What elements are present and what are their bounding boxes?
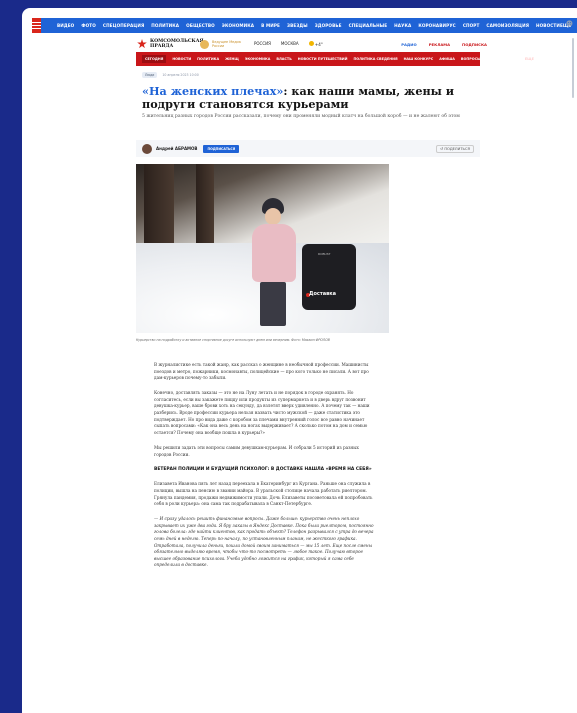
brand-right-links: РАДИО РЕКЛАМА ПОДПИСКА [401,42,487,47]
section-nav-item[interactable]: ПОЛИТИКА СВЕДЕНИЯ [353,57,397,61]
photo-delivery-bag: ROBUST Доставка [302,244,356,310]
section-nav-item[interactable]: ПОЛИТИКА [197,57,219,61]
logo-star-icon[interactable] [137,39,147,49]
logo-line2: ПРАВДА [150,44,174,49]
nav-item[interactable]: КОРОНАВИРУС [418,23,456,28]
article-paragraph: Конечно, доставлять заказы — это не на Л… [154,390,370,435]
ads-link[interactable]: РЕКЛАМА [429,42,450,47]
author-bar: Андрей АБРАМОВ ПОДПИСАТЬСЯ ↺ ПОДЕЛИТЬСЯ [136,140,480,157]
section-nav-item[interactable]: НАШ КОНКУРС [404,57,434,61]
article-paragraph: Мы решили задать эти вопросы самим девуш… [154,444,359,457]
scrollbar[interactable] [572,38,574,98]
section-heading: ВЕТЕРАН ПОЛИЦИИ И БУДУЩИЙ ПСИХОЛОГ: В ДО… [154,466,372,472]
nav-item[interactable]: ОБЩЕСТВО [186,23,215,28]
photo-courier [244,198,304,328]
section-nav-item[interactable]: НОВОСТИ [172,57,191,61]
article-title: «На женских плечах»: как наши мамы, жены… [142,85,482,110]
temperature: +4° [314,42,323,47]
section-nav-item[interactable]: СЕГОДНЯ [142,55,167,63]
browser-page: ВИДЕО ФОТО СПЕЦОПЕРАЦИЯ ПОЛИТИКА ОБЩЕСТВО ЭКО… [22,8,577,713]
nav-item[interactable]: СПОРТ [463,23,480,28]
section-nav-item[interactable]: ВОПРОСЫ [461,57,481,61]
section-nav-item[interactable]: АФИША [439,57,455,61]
rubric-tag[interactable]: Люди [142,72,158,78]
section-nav-item[interactable]: ЖЕНЩ [225,57,239,61]
photo-caption: Курьерство на подработку и активное спор… [136,338,330,342]
bag-brand: Доставка [309,291,337,297]
nav-item[interactable]: ЗДОРОВЬЕ [315,23,342,28]
article-paragraph: Елизавета Иванова пять лет назад перееха… [154,481,373,507]
nav-item[interactable]: САМОИЗОЛЯЦИЯ [486,23,529,28]
article-header: Люди 10 апреля 2023 10:00 «На женских пл… [142,72,482,121]
article-meta: Люди 10 апреля 2023 10:00 [142,72,482,78]
region-label[interactable]: РОССИЯ [254,41,271,47]
article-body: В журналистике есть такой жанр, как расс… [154,362,376,578]
section-navigation: СЕГОДНЯ НОВОСТИ ПОЛИТИКА ЖЕНЩ ЭКОНОМИКА ВЛАСТ… [136,52,534,66]
top-nav-items: ВИДЕО ФОТО СПЕЦОПЕРАЦИЯ ПОЛИТИКА ОБЩЕСТВО ЭКО… [57,23,560,28]
author-avatar[interactable] [142,143,152,154]
article-photo: ROBUST Доставка [136,164,389,333]
bag-brand-top: ROBUST [318,252,331,256]
author-name[interactable]: Андрей АБРАМОВ [156,146,197,151]
section-nav-item[interactable]: ЭКОНОМИКА [245,57,270,61]
article-paragraph: — И сразу удалось решить финансовые вопр… [154,516,374,568]
nav-item[interactable]: ЭКОНОМИКА [222,23,254,28]
subscribe-button[interactable]: ПОДПИСАТЬСЯ [203,144,240,153]
subscription-link[interactable]: ПОДПИСКА [462,42,487,47]
top-navigation: ВИДЕО ФОТО СПЕЦОПЕРАЦИЯ ПОЛИТИКА ОБЩЕСТВО ЭКО… [32,18,577,33]
nav-item[interactable]: СПЕЦИАЛЬНЫЕ [349,23,388,28]
weather: +4° [308,41,323,47]
menu-icon[interactable] [32,18,41,33]
city-label[interactable]: МОСКВА [281,41,299,47]
section-nav-item[interactable]: НОВОСТИ ПУТЕШЕСТВИЙ [298,57,348,61]
article-paragraph: В журналистике есть такой жанр, как расс… [154,362,369,381]
nav-item[interactable]: ФОТО [81,23,96,28]
share-button[interactable]: ↺ ПОДЕЛИТЬСЯ [436,144,474,153]
section-nav-item[interactable]: ПРОИЗВОДСТВО [487,57,519,61]
share-label: ПОДЕЛИТЬСЯ [444,146,470,151]
nav-item[interactable]: ВИДЕО [57,23,74,28]
nav-item[interactable]: НАУКА [394,23,411,28]
brand-row: КОМСОМОЛЬСКАЯ ПРАВДА Ведущее Медиа Росси… [137,35,487,53]
sun-icon [308,41,314,46]
nav-item[interactable]: СПЕЦОПЕРАЦИЯ [103,23,144,28]
section-nav-more[interactable]: ЕЩЕ [525,57,540,61]
award-badge-text: Ведущее Медиа России [212,40,241,48]
section-nav-item[interactable]: ВЛАСТЬ [276,57,291,61]
radio-link[interactable]: РАДИО [401,42,417,47]
article-lead: 5 жительниц разных городов России расска… [142,114,460,119]
user-icon[interactable]: ☻ [566,20,573,28]
site-logo[interactable]: КОМСОМОЛЬСКАЯ ПРАВДА [150,39,204,49]
publish-date: 10 апреля 2023 10:00 [162,73,199,77]
nav-item[interactable]: ПОЛИТИКА [151,23,179,28]
nav-item[interactable]: В МИРЕ [261,23,280,28]
nav-item[interactable]: НОВОСТИ [536,23,560,28]
region-selector[interactable]: РОССИЯ МОСКВА +4° [254,41,323,47]
nav-item[interactable]: ЗВЕЗДЫ [287,23,308,28]
award-badge-icon [200,39,209,49]
